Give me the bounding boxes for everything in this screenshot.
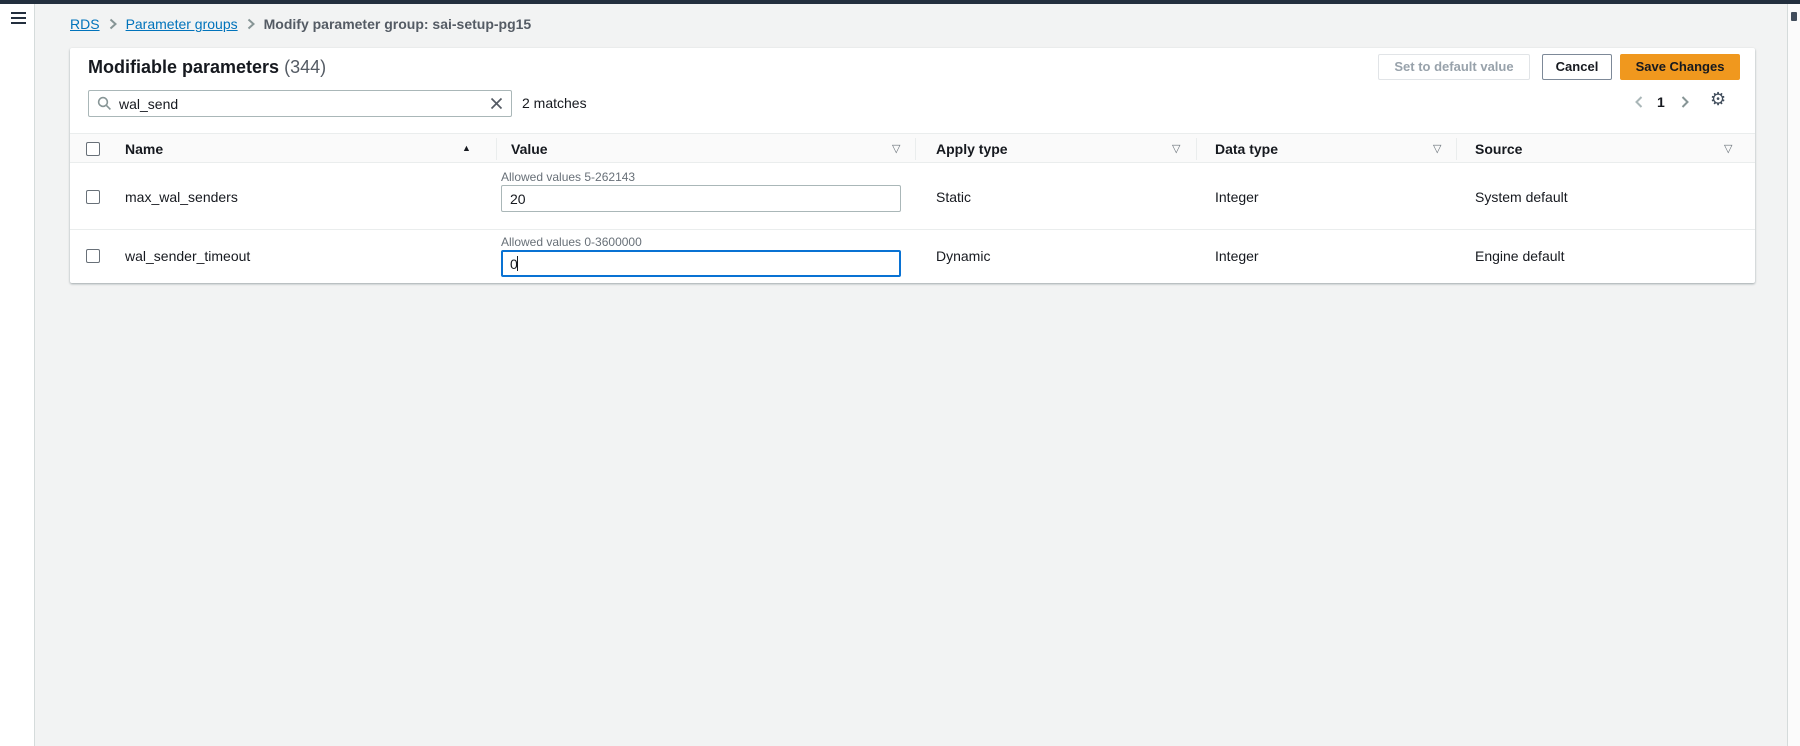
filter-icon[interactable]: ▽: [1724, 142, 1732, 155]
filter-icon[interactable]: ▽: [892, 142, 900, 155]
sort-ascending-icon[interactable]: ▲: [462, 143, 471, 153]
chevron-left-icon[interactable]: [1634, 95, 1644, 109]
row-checkbox[interactable]: [86, 249, 100, 263]
table-header-row: Name ▲ Value ▽ Apply type ▽ Data type ▽ …: [70, 133, 1755, 163]
data-type-cell: Integer: [1215, 248, 1259, 264]
parameter-name: max_wal_senders: [125, 189, 238, 205]
set-to-default-button[interactable]: Set to default value: [1378, 54, 1530, 80]
data-type-cell: Integer: [1215, 189, 1259, 205]
hamburger-menu-icon[interactable]: [11, 12, 26, 25]
parameter-value-input-focused[interactable]: [501, 250, 901, 277]
modifiable-parameters-panel: Modifiable parameters (344) Set to defau…: [70, 48, 1755, 283]
table-row: max_wal_senders Allowed values 5-262143 …: [70, 163, 1755, 230]
table-row: wal_sender_timeout Allowed values 0-3600…: [70, 230, 1755, 283]
search-input[interactable]: [88, 90, 512, 117]
clear-search-icon[interactable]: [490, 97, 503, 110]
rds-console-page: RDS Parameter groups Modify parameter gr…: [0, 0, 1800, 746]
column-header-value[interactable]: Value: [511, 141, 548, 157]
column-header-data-type[interactable]: Data type: [1215, 141, 1278, 157]
breadcrumb-link-rds[interactable]: RDS: [70, 16, 100, 32]
cancel-button[interactable]: Cancel: [1542, 54, 1612, 80]
column-divider: [496, 138, 497, 160]
column-header-apply-type[interactable]: Apply type: [936, 141, 1008, 157]
page-title-text: Modifiable parameters: [88, 57, 279, 77]
filter-icon[interactable]: ▽: [1433, 142, 1441, 155]
column-header-source[interactable]: Source: [1475, 141, 1522, 157]
breadcrumb-separator-icon: [109, 18, 117, 30]
match-count-label: 2 matches: [522, 95, 587, 111]
save-changes-button[interactable]: Save Changes: [1620, 54, 1740, 80]
source-cell: Engine default: [1475, 248, 1565, 264]
column-header-name[interactable]: Name: [125, 141, 163, 157]
text-cursor: [517, 256, 518, 271]
parameter-search: [88, 90, 512, 117]
allowed-values-hint: Allowed values 5-262143: [501, 170, 635, 184]
select-all-checkbox[interactable]: [86, 142, 100, 156]
column-divider: [1456, 138, 1457, 160]
row-checkbox[interactable]: [86, 190, 100, 204]
gear-icon[interactable]: ⚙: [1710, 89, 1726, 109]
top-nav-bar: [0, 0, 1800, 4]
source-cell: System default: [1475, 189, 1568, 205]
scrollbar-thumb[interactable]: [1791, 12, 1797, 21]
column-divider: [915, 138, 916, 160]
breadcrumb-link-parameter-groups[interactable]: Parameter groups: [126, 16, 238, 32]
value-field-wrap: [501, 185, 901, 212]
apply-type-cell: Dynamic: [936, 248, 990, 264]
filter-icon[interactable]: ▽: [1172, 142, 1180, 155]
apply-type-cell: Static: [936, 189, 971, 205]
left-sidebar-rail: [0, 4, 35, 746]
breadcrumb: RDS Parameter groups Modify parameter gr…: [70, 16, 531, 32]
breadcrumb-current-page: Modify parameter group: sai-setup-pg15: [264, 16, 532, 32]
allowed-values-hint: Allowed values 0-3600000: [501, 235, 642, 249]
breadcrumb-separator-icon: [247, 18, 255, 30]
value-field-wrap: [501, 250, 901, 277]
parameter-value-input[interactable]: [501, 185, 901, 212]
page-title: Modifiable parameters (344): [88, 56, 326, 78]
parameter-name: wal_sender_timeout: [125, 248, 250, 264]
search-icon: [97, 96, 112, 111]
chevron-right-icon[interactable]: [1680, 95, 1690, 109]
parameter-count: (344): [284, 57, 326, 77]
right-scrollbar-rail: [1787, 4, 1800, 746]
column-divider: [1196, 138, 1197, 160]
pagination-page-number[interactable]: 1: [1657, 94, 1665, 110]
